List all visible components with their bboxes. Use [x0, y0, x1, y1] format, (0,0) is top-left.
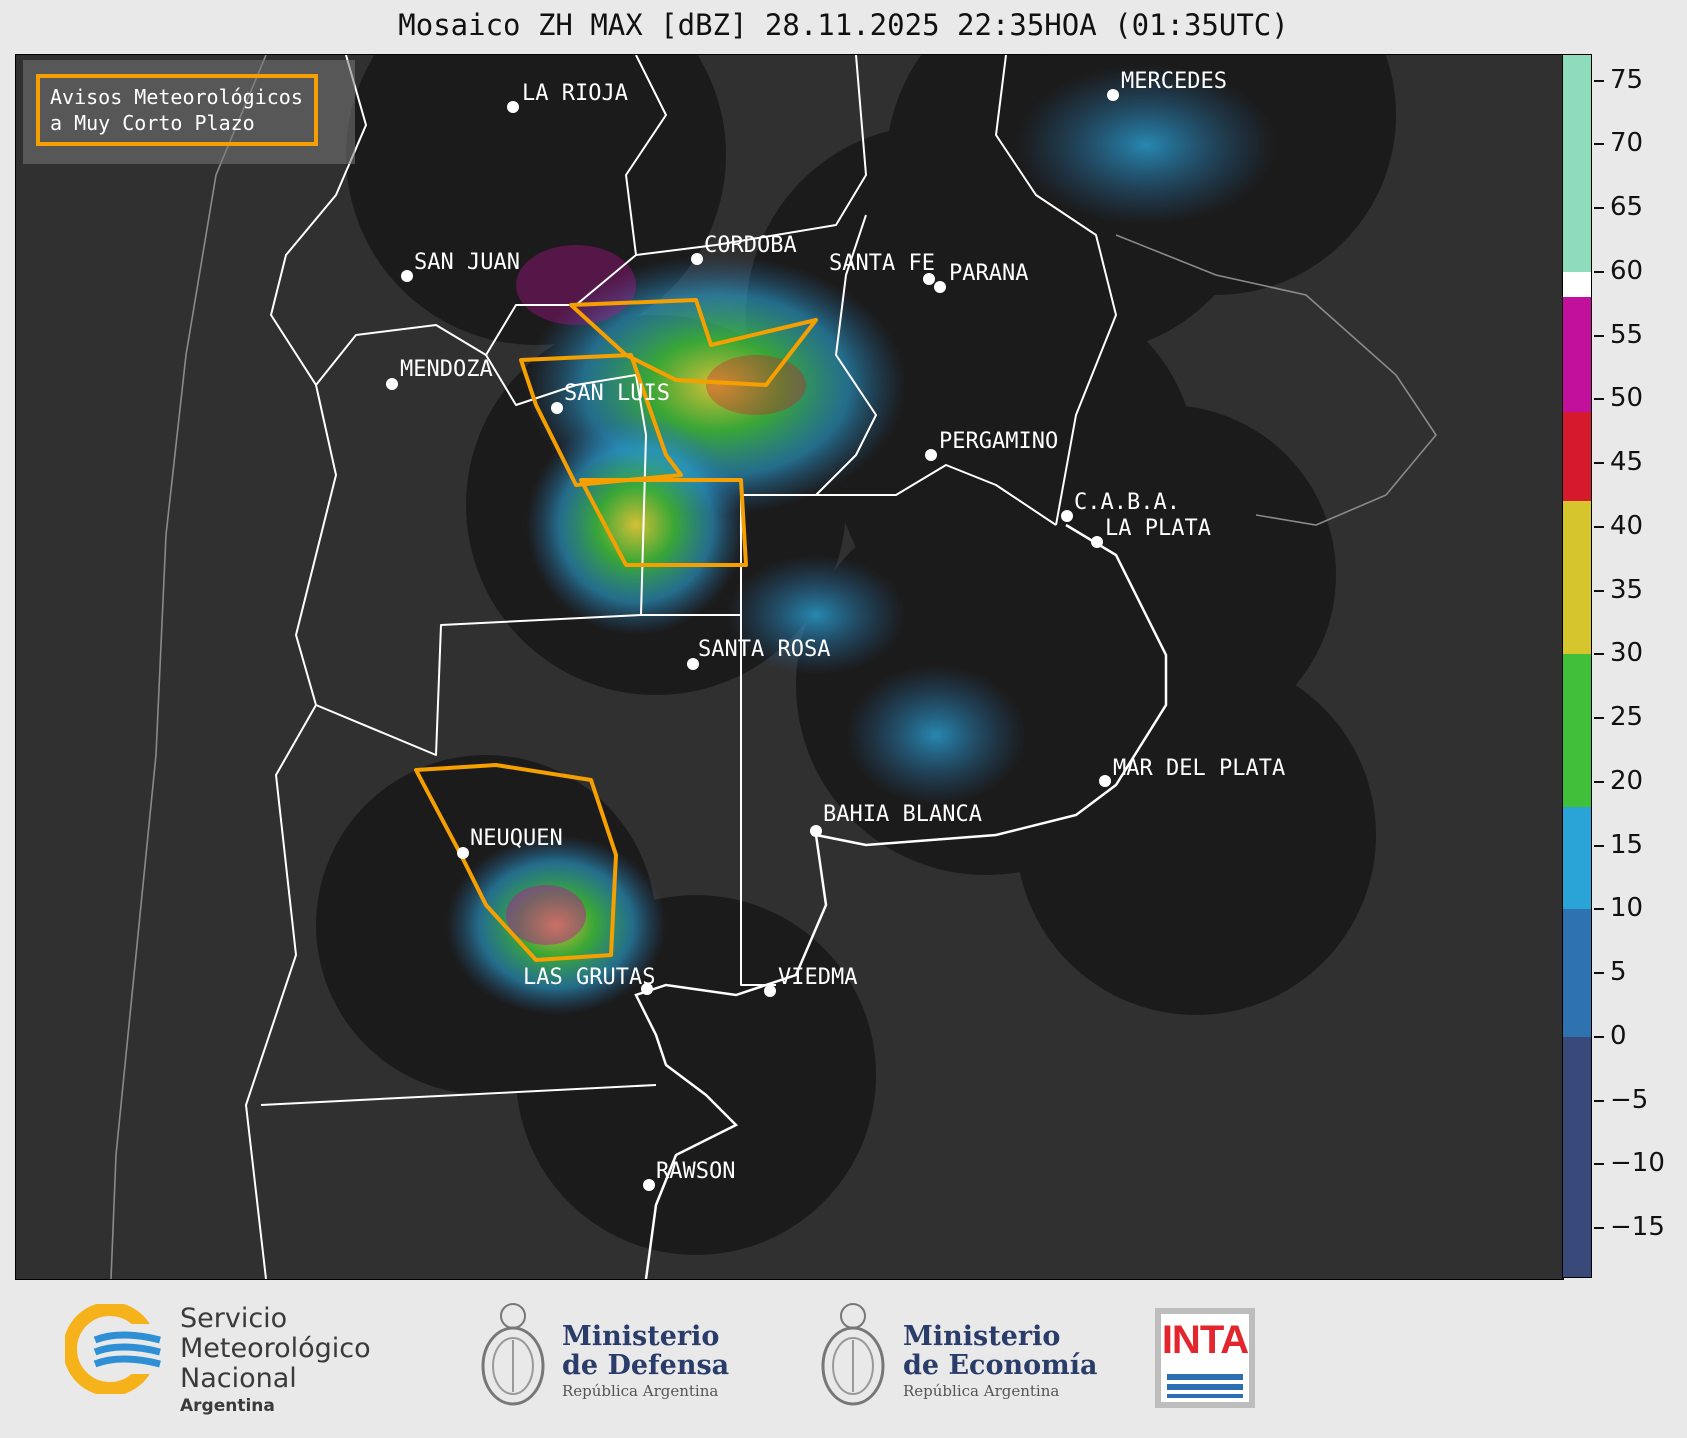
- colorbar-band: [1563, 807, 1591, 910]
- colorbar-tick-label: −10: [1610, 1148, 1665, 1179]
- economia-line-3: República Argentina: [903, 1382, 1060, 1400]
- economia-logo-text: Ministerio de Economía República Argenti…: [903, 1322, 1097, 1400]
- colorbar-tick-label: 25: [1610, 702, 1644, 732]
- city-label-mar-del-plata: MAR DEL PLATA: [1113, 756, 1285, 781]
- city-label-viedma: VIEDMA: [778, 965, 857, 990]
- logo-footer: Servicio Meteorológico Nacional Argentin…: [0, 1280, 1687, 1438]
- notice-box[interactable]: Avisos Meteorológicos a Muy Corto Plazo: [36, 74, 318, 146]
- defensa-line-3: República Argentina: [562, 1382, 719, 1400]
- smn-line-3: Nacional: [180, 1363, 297, 1394]
- colorbar-tick-label: −15: [1610, 1212, 1665, 1242]
- city-dot[interactable]: [1091, 536, 1103, 548]
- map-canvas: LA RIOJA MERCEDES CORDOBA SAN JUAN SANTA…: [110, 55, 1437, 1279]
- notice-line-2: a Muy Corto Plazo: [50, 111, 255, 135]
- defensa-logo-text: Ministerio de Defensa República Argentin…: [562, 1322, 729, 1400]
- colorbar-tick-label: 5: [1610, 957, 1627, 987]
- colorbar-tick-label: 10: [1610, 893, 1644, 924]
- city-label-santa-rosa: SANTA ROSA: [698, 637, 830, 662]
- city-label-caba: C.A.B.A.: [1074, 490, 1180, 515]
- colorbar-tick-label: 35: [1610, 574, 1644, 605]
- city-label-pergamino: PERGAMINO: [939, 429, 1058, 454]
- city-dot[interactable]: [934, 281, 946, 293]
- city-dot[interactable]: [925, 449, 937, 461]
- colorbar-tick-label: 30: [1610, 638, 1644, 669]
- colorbar-band: [1563, 501, 1591, 655]
- colorbar-tick-label: 55: [1610, 319, 1644, 350]
- city-label-bahia-blanca: BAHIA BLANCA: [823, 802, 982, 827]
- colorbar-tick-label: 70: [1610, 128, 1644, 159]
- defensa-line-2: de Defensa: [562, 1350, 730, 1381]
- radar-map[interactable]: LA RIOJA MERCEDES CORDOBA SAN JUAN SANTA…: [15, 54, 1564, 1280]
- colorbar-tick-label: −5: [1610, 1084, 1649, 1115]
- city-label-san-luis: SAN LUIS: [564, 381, 670, 406]
- colorbar-tick-label: 60: [1610, 255, 1644, 286]
- colorbar-tick-label: 15: [1610, 829, 1644, 860]
- city-dot[interactable]: [643, 1179, 655, 1191]
- inta-logo: INTA: [1155, 1308, 1255, 1408]
- inta-stripe: [1167, 1374, 1243, 1380]
- colorbar-band: [1563, 909, 1591, 1037]
- city-dot[interactable]: [691, 253, 703, 265]
- colorbar-band: [1563, 412, 1591, 502]
- city-label-san-juan: SAN JUAN: [414, 250, 520, 275]
- economia-line-1: Ministerio: [903, 1321, 1061, 1352]
- colorbar-tick-label: 20: [1610, 765, 1644, 796]
- city-label-cordoba: CORDOBA: [704, 233, 797, 258]
- colorbar-tick-label: 50: [1610, 383, 1644, 414]
- colorbar: [1562, 54, 1592, 1278]
- city-dot[interactable]: [1061, 510, 1073, 522]
- city-label-las-grutas: LAS GRUTAS: [523, 965, 655, 990]
- city-dot[interactable]: [551, 402, 563, 414]
- map-title: Mosaico ZH MAX [dBZ] 28.11.2025 22:35HOA…: [398, 8, 1289, 42]
- city-label-santa-fe: SANTA FE: [829, 251, 935, 276]
- smn-logo-text: Servicio Meteorológico Nacional Argentin…: [180, 1303, 371, 1417]
- colorbar-tick-label: 45: [1610, 447, 1644, 477]
- city-dot[interactable]: [386, 378, 398, 390]
- city-dot[interactable]: [507, 101, 519, 113]
- city-label-neuquen: NEUQUEN: [470, 826, 563, 851]
- city-dot[interactable]: [810, 825, 822, 837]
- colorbar-tick-label: 65: [1610, 192, 1644, 222]
- defensa-seal-icon: [481, 1303, 545, 1406]
- city-dot[interactable]: [764, 985, 776, 997]
- colorbar-band: [1563, 55, 1591, 272]
- colorbar-band: [1563, 297, 1591, 412]
- city-dot[interactable]: [1099, 775, 1111, 787]
- city-dot[interactable]: [1107, 89, 1119, 101]
- city-label-la-plata: LA PLATA: [1105, 516, 1211, 541]
- colorbar-band: [1563, 654, 1591, 808]
- inta-stripe: [1167, 1394, 1243, 1398]
- colorbar-band: [1563, 1036, 1591, 1277]
- economia-line-2: de Economía: [903, 1350, 1098, 1381]
- colorbar-tick-label: 40: [1610, 510, 1644, 541]
- inta-logo-text: INTA: [1161, 1318, 1249, 1362]
- colorbar-band: [1563, 271, 1591, 298]
- city-label-la-rioja: LA RIOJA: [522, 81, 628, 106]
- notice-panel: Avisos Meteorológicos a Muy Corto Plazo: [23, 60, 355, 164]
- city-label-mendoza: MENDOZA: [400, 357, 493, 382]
- defensa-line-1: Ministerio: [562, 1321, 720, 1352]
- city-label-rawson: RAWSON: [656, 1159, 735, 1184]
- city-label-parana: PARANA: [949, 261, 1028, 286]
- economia-seal-icon: [821, 1303, 885, 1406]
- smn-line-4: Argentina: [180, 1396, 275, 1416]
- smn-line-1: Servicio: [180, 1303, 288, 1334]
- city-dot[interactable]: [457, 847, 469, 859]
- colorbar-tick-label: 75: [1610, 64, 1644, 95]
- colorbar-tick-label: 0: [1610, 1020, 1627, 1051]
- smn-logo-icon: [65, 1304, 165, 1394]
- inta-stripe: [1167, 1384, 1243, 1390]
- notice-line-1: Avisos Meteorológicos: [50, 85, 303, 109]
- city-label-mercedes: MERCEDES: [1121, 69, 1227, 94]
- city-dot[interactable]: [401, 270, 413, 282]
- smn-line-2: Meteorológico: [180, 1333, 371, 1364]
